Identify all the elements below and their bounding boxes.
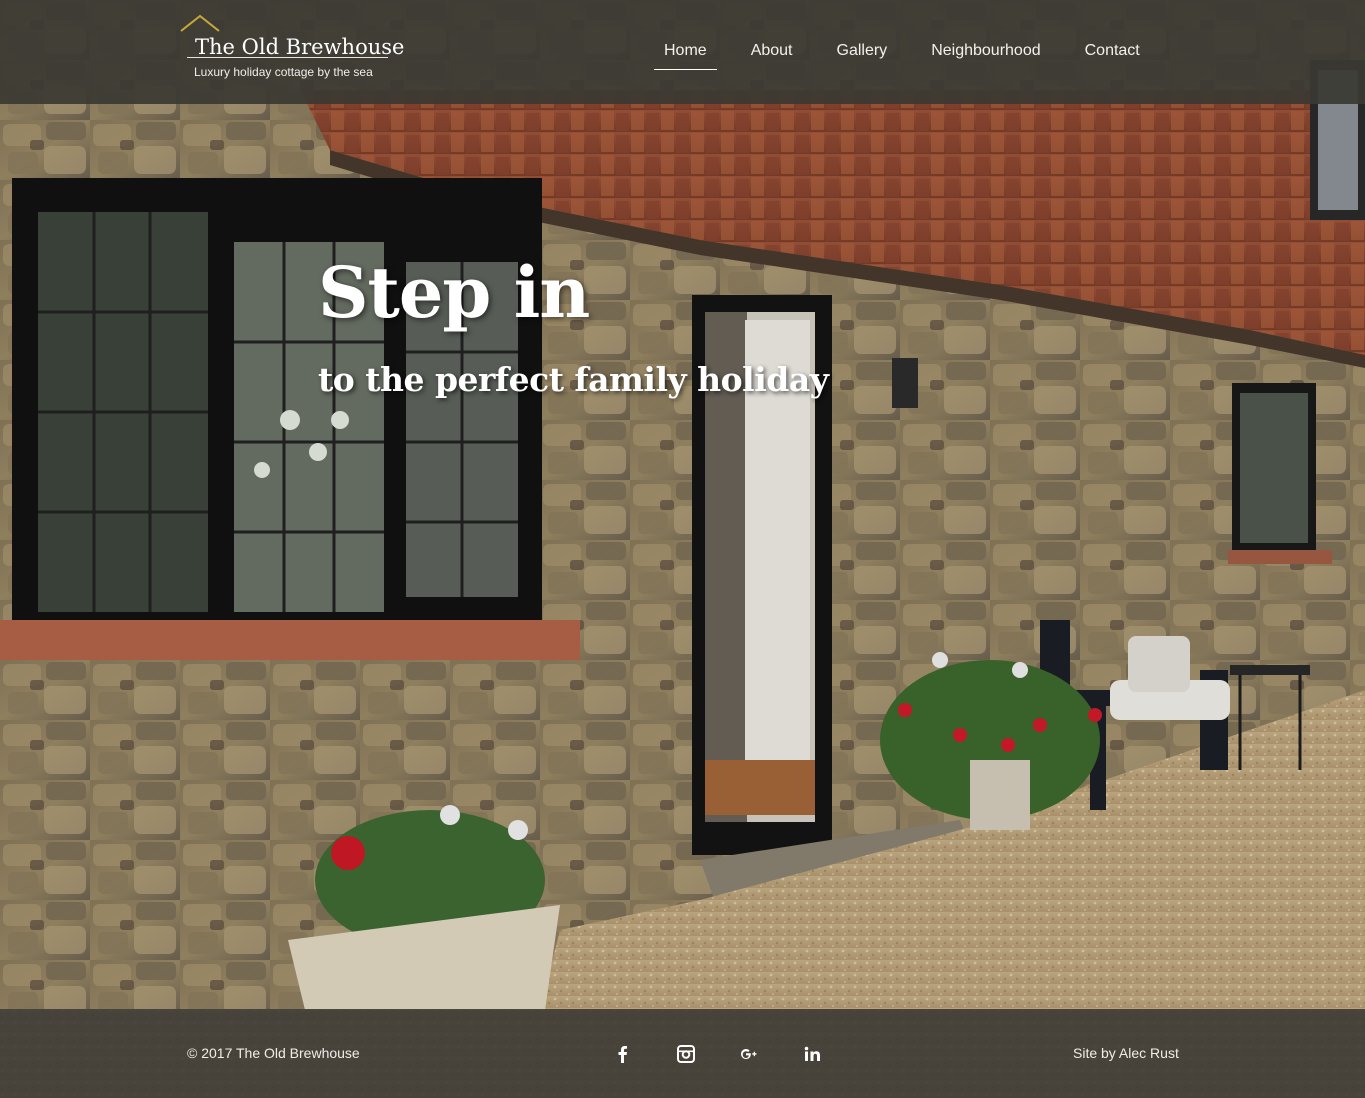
logo-title: The Old Brewhouse [195,35,405,59]
nav-item-about[interactable]: About [741,38,803,70]
roof-icon [180,14,220,32]
nav-item-gallery[interactable]: Gallery [827,38,898,70]
logo-divider [187,57,388,58]
cottage-photo-illustration [0,0,1365,1098]
site-header: The Old Brewhouse Luxury holiday cottage… [0,0,1365,104]
credit-prefix: Site by [1073,1045,1119,1061]
google-plus-link[interactable] [738,1043,760,1065]
facebook-link[interactable] [612,1043,634,1065]
facebook-icon [618,1046,627,1063]
credit-author-link[interactable]: Alec Rust [1119,1045,1179,1061]
nav-item-neighbourhood[interactable]: Neighbourhood [921,38,1050,70]
google-plus-icon [741,1049,757,1059]
site-logo[interactable]: The Old Brewhouse Luxury holiday cottage… [180,14,404,86]
linkedin-link[interactable] [801,1043,823,1065]
main-nav: Home About Gallery Neighbourhood Contact [654,38,1150,70]
site-footer: © 2017 The Old Brewhouse Site by Alec Ru… [0,1009,1365,1098]
linkedin-icon [804,1046,820,1061]
instagram-link[interactable] [675,1043,697,1065]
logo-tagline: Luxury holiday cottage by the sea [194,65,373,79]
social-links [612,1043,823,1065]
copyright-text: © 2017 The Old Brewhouse [187,1045,360,1061]
hero-subtitle: to the perfect family holiday [318,360,829,399]
site-credit: Site by Alec Rust [1073,1045,1179,1061]
hero-title: Step in [318,251,590,334]
nav-item-home[interactable]: Home [654,38,717,70]
nav-item-contact[interactable]: Contact [1075,38,1150,70]
page: The Old Brewhouse Luxury holiday cottage… [0,0,1365,1098]
hero-background-photo [0,0,1365,1098]
instagram-icon [677,1045,695,1063]
